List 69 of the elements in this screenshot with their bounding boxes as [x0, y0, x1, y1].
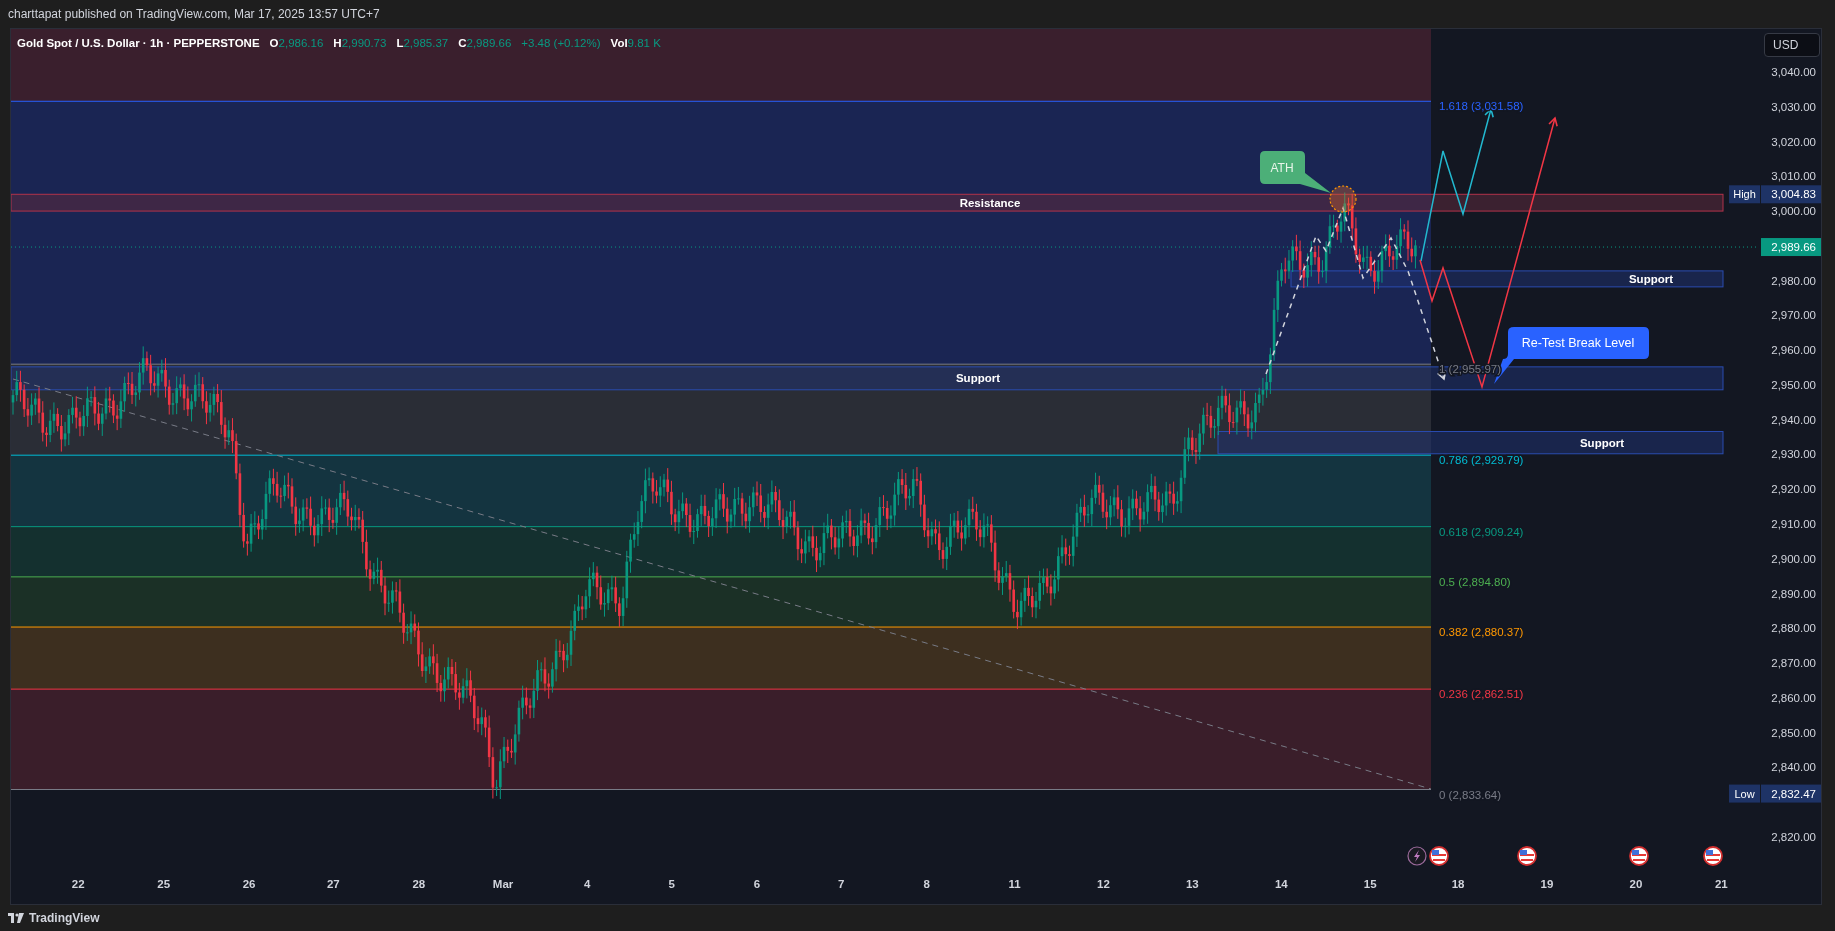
- price-tick: 2,880.00: [1771, 622, 1816, 635]
- price-tick: 2,970.00: [1771, 309, 1816, 322]
- time-tick: 6: [753, 878, 761, 890]
- price-tick: 2,840.00: [1771, 761, 1816, 774]
- support-label: Support: [1628, 272, 1674, 285]
- price-tick: 2,980.00: [1771, 274, 1816, 287]
- fib-level-label: 1.618 (3,031.58): [1439, 100, 1524, 113]
- support-label: Support: [1579, 436, 1625, 449]
- brand-name: TradingView: [29, 910, 100, 927]
- ohlc-value: H2,990.73: [333, 36, 387, 51]
- ohlc-value: O2,986.16: [269, 36, 324, 51]
- price-tick: 3,030.00: [1771, 100, 1816, 113]
- price-tick: 2,850.00: [1771, 726, 1816, 739]
- time-tick: Mar: [492, 878, 514, 890]
- ohlc-value: L2,985.37: [396, 36, 449, 51]
- time-tick: 11: [1008, 878, 1021, 890]
- price-tick: 3,020.00: [1771, 135, 1816, 148]
- time-tick: 13: [1185, 878, 1199, 890]
- fib-level-label: 0.236 (2,862.51): [1439, 688, 1524, 701]
- price-tick: 2,900.00: [1771, 552, 1816, 565]
- price-label: 3,004.83: [1761, 185, 1821, 204]
- time-tick: 26: [242, 878, 256, 890]
- time-tick: 25: [157, 878, 171, 890]
- fib-level-label: 0.382 (2,880.37): [1439, 626, 1524, 639]
- price-tick: 2,930.00: [1771, 448, 1816, 461]
- publisher-line: charttapat published on TradingView.com, Mar 17, 2025 13:57 UTC+7: [8, 6, 380, 23]
- time-tick: 19: [1540, 878, 1554, 890]
- price-tick: 3,000.00: [1771, 205, 1816, 218]
- price-tick: 2,950.00: [1771, 378, 1816, 391]
- price-tick: 2,860.00: [1771, 691, 1816, 704]
- callout-label: Re-Test Break Level: [1521, 336, 1635, 350]
- fib-level-label: 0 (2,833.64): [1439, 788, 1501, 801]
- price-tick: 2,910.00: [1771, 518, 1816, 530]
- volume-value: Vol9.81 K: [610, 36, 661, 51]
- time-tick: 20: [1629, 878, 1643, 890]
- time-tick: 14: [1274, 878, 1288, 890]
- fib-level-label: 0.5 (2,894.80): [1439, 575, 1511, 588]
- price-label: 2,989.66: [1761, 238, 1821, 257]
- price-tick: 2,920.00: [1771, 483, 1816, 496]
- resistance-label: Resistance: [959, 196, 1021, 209]
- time-tick: 5: [668, 878, 675, 890]
- time-tick: 15: [1363, 878, 1377, 890]
- price-tick: 2,940.00: [1771, 413, 1816, 426]
- time-tick: 8: [923, 878, 930, 890]
- price-tag: Low: [1729, 784, 1760, 803]
- price-tick: 2,870.00: [1771, 657, 1816, 670]
- price-tick: 2,960.00: [1771, 344, 1816, 357]
- support-label: Support: [955, 372, 1001, 385]
- price-tag: High: [1729, 185, 1760, 204]
- price-tick: 2,890.00: [1771, 587, 1816, 600]
- time-tick: 28: [412, 878, 426, 890]
- symbol-title: Gold Spot / U.S. Dollar · 1h · PEPPERSTONE: [17, 36, 260, 51]
- fib-level-label: 0.786 (2,929.79): [1439, 454, 1524, 467]
- fib-level-label: 0.618 (2,909.24): [1439, 525, 1524, 538]
- callout-label: ATH: [1270, 161, 1294, 175]
- time-tick: 7: [838, 878, 845, 890]
- time-tick: 18: [1451, 878, 1465, 890]
- price-tick: 2,820.00: [1771, 830, 1816, 843]
- time-tick: 22: [71, 878, 85, 890]
- time-tick: 27: [326, 878, 340, 890]
- currency-button[interactable]: USD: [1764, 33, 1820, 57]
- time-tick: 4: [584, 878, 591, 890]
- time-tick: 12: [1097, 878, 1110, 890]
- price-label: 2,832.47: [1761, 784, 1821, 803]
- price-change: +3.48 (+0.12%): [521, 36, 601, 51]
- price-tick: 3,040.00: [1771, 66, 1816, 78]
- time-tick: 21: [1714, 878, 1728, 890]
- ohlc-value: C2,989.66: [458, 36, 512, 51]
- price-tick: 3,010.00: [1771, 170, 1816, 183]
